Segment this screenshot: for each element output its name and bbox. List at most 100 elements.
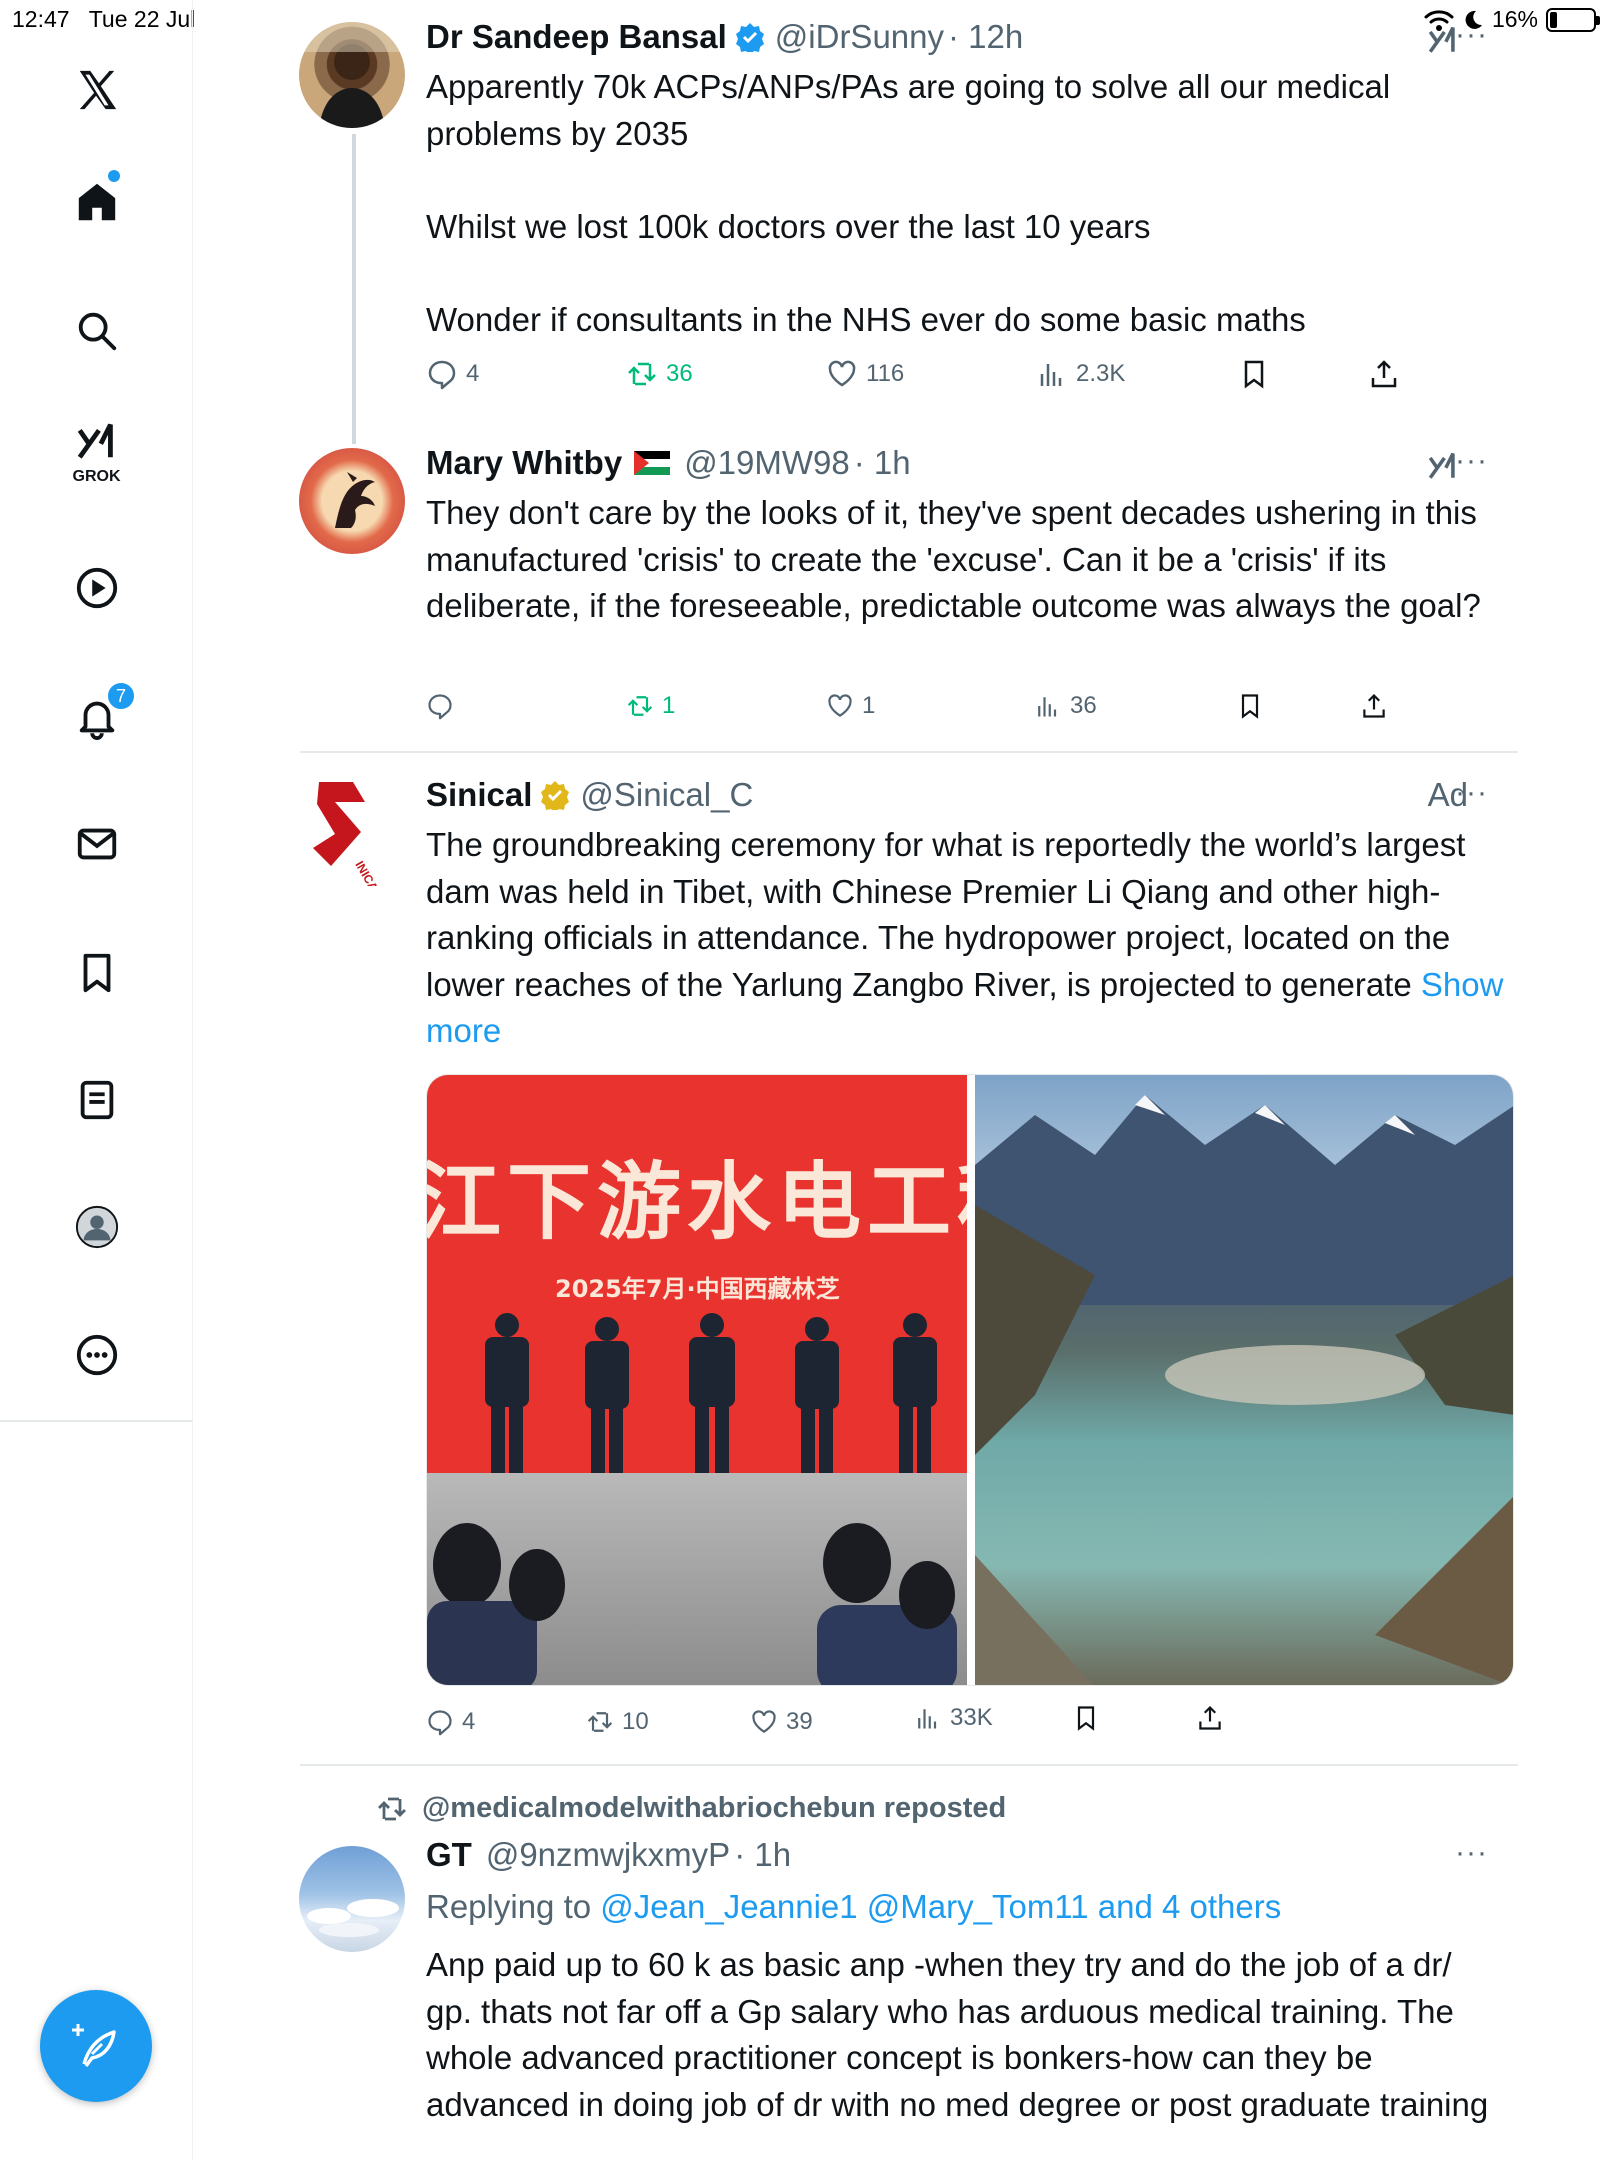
sidebar-item-more[interactable]: [0, 1315, 193, 1395]
repost-button[interactable]: 36: [626, 358, 693, 390]
like-count: 39: [786, 1708, 813, 1735]
tweet-4[interactable]: @medicalmodelwithabriochebun reposted GT…: [299, 1792, 1518, 2160]
repost-count: 10: [622, 1708, 649, 1735]
ceremony-image[interactable]: 江下游水电工程 2025年7月·中国西藏林芝: [427, 1075, 967, 1685]
tweet-divider: [300, 751, 1518, 753]
tweet-text: Anp paid up to 60 k as basic anp -when t…: [426, 1946, 1489, 2123]
views-button[interactable]: 36: [1034, 692, 1097, 720]
sidebar-item-lists[interactable]: [0, 1060, 193, 1140]
author-name[interactable]: Mary Whitby: [426, 444, 622, 482]
avatar-photo-icon: [299, 22, 405, 128]
sidebar-item-profile[interactable]: [0, 1187, 193, 1267]
reply-icon: [428, 694, 452, 720]
share-button[interactable]: [1368, 358, 1400, 390]
sidebar-item-grok[interactable]: GROK: [0, 412, 193, 492]
views-button[interactable]: 2.3K: [1036, 358, 1125, 390]
tweet-time[interactable]: · 1h: [734, 1836, 791, 1874]
bookmark-icon: [1241, 694, 1259, 719]
battery-icon: [1546, 7, 1600, 32]
repost-small-icon: [378, 1797, 406, 1820]
like-count: 116: [866, 360, 905, 387]
tweet-time[interactable]: · 12h: [948, 18, 1023, 56]
sinical-logo-text: INICAL HINA: [352, 859, 401, 887]
tweet-more-button[interactable]: ···: [1455, 18, 1488, 52]
like-button[interactable]: 116: [826, 358, 904, 390]
verified-badge-icon: [735, 23, 764, 52]
repost-button[interactable]: 10: [586, 1708, 649, 1736]
sidebar-item-messages[interactable]: [0, 804, 193, 884]
tweet-paragraph: The groundbreaking ceremony for what is …: [426, 826, 1466, 1003]
author-name[interactable]: Dr Sandeep Bansal: [426, 18, 727, 56]
bookmark-button[interactable]: [1238, 358, 1270, 390]
search-icon: [78, 312, 116, 351]
audience-heads-icon: [427, 1523, 957, 1685]
share-button[interactable]: [1196, 1704, 1224, 1732]
avatar[interactable]: INICAL HINA: [299, 780, 405, 886]
tweet-text: They don't care by the looks of it, they…: [426, 494, 1481, 624]
views-bar-chart-icon: [1040, 364, 1062, 386]
x-logo-button[interactable]: [0, 50, 193, 130]
tweet-2[interactable]: Mary Whitby @19MW98 · 1h ··· They don't …: [299, 444, 1518, 738]
share-button[interactable]: [1360, 692, 1388, 720]
avatar[interactable]: [299, 22, 405, 128]
author-name[interactable]: Sinical: [426, 776, 532, 814]
views-count: 36: [1070, 692, 1097, 719]
author-handle[interactable]: @9nzmwjkxmyP: [486, 1836, 730, 1874]
like-button[interactable]: 1: [826, 692, 875, 720]
repost-button[interactable]: 1: [626, 692, 675, 720]
avatar[interactable]: [299, 1846, 405, 1952]
river-landscape-image[interactable]: [975, 1075, 1513, 1685]
tweet-text: The groundbreaking ceremony for what is …: [426, 822, 1511, 1055]
x-logo-icon: [79, 70, 116, 110]
tweet-more-button[interactable]: ···: [1455, 776, 1488, 810]
banner-text: 江下游水电工程: [427, 1153, 967, 1251]
sidebar-item-home[interactable]: [0, 162, 193, 242]
like-count: 1: [862, 692, 876, 719]
reply-button[interactable]: 4: [426, 358, 479, 390]
tweet-paragraph: Whilst we lost 100k doctors over the las…: [426, 207, 1151, 245]
sidebar-item-bookmarks[interactable]: [0, 933, 193, 1013]
author-handle[interactable]: @iDrSunny: [775, 18, 944, 56]
tweet-1[interactable]: Dr Sandeep Bansal @iDrSunny · 12h ··· Ap…: [299, 18, 1518, 412]
tweet-more-button[interactable]: ···: [1455, 1836, 1488, 1870]
tweet-header: GT @9nzmwjkxmyP · 1h: [426, 1836, 791, 1874]
reply-button[interactable]: 4: [426, 1708, 475, 1736]
compose-button[interactable]: [40, 1990, 152, 2102]
reply-count: 4: [462, 1708, 476, 1735]
share-icon: [1371, 360, 1397, 388]
author-handle[interactable]: @19MW98: [684, 444, 850, 482]
views-bar-chart-icon: [918, 1709, 937, 1729]
tweet-paragraph: Wonder if consultants in the NHS ever do…: [426, 300, 1306, 338]
tweet-actions: 4 10 39 33K: [426, 1704, 1426, 1748]
tweet-paragraph: Apparently 70k ACPs/ANPs/PAs are going t…: [426, 68, 1391, 152]
reply-button[interactable]: [426, 692, 462, 720]
views-button[interactable]: 33K: [914, 1704, 993, 1732]
like-button[interactable]: 39: [750, 1708, 813, 1736]
tweet-header: Dr Sandeep Bansal @iDrSunny · 12h: [426, 18, 1023, 56]
tweet-time[interactable]: · 1h: [854, 444, 911, 482]
tweet-actions: 4 36 116 2.3K: [426, 358, 1426, 398]
avatar-liver-bird-icon: [335, 472, 375, 528]
author-handle[interactable]: @Sinical_C: [580, 776, 753, 814]
avatar[interactable]: [299, 448, 405, 554]
mail-icon: [77, 828, 116, 860]
replying-to-users[interactable]: @Jean_Jeannie1 @Mary_Tom11 and 4 others: [600, 1888, 1281, 1925]
sidebar-item-video[interactable]: [0, 548, 193, 628]
repost-context-label[interactable]: @medicalmodelwithabriochebun reposted: [422, 1792, 1006, 1825]
replying-to: Replying to @Jean_Jeannie1 @Mary_Tom11 a…: [426, 1884, 1506, 1931]
tweet-header: Mary Whitby @19MW98 · 1h: [426, 444, 911, 482]
repost-icon: [587, 1712, 613, 1732]
media-grid[interactable]: 江下游水电工程 2025年7月·中国西藏林芝: [426, 1074, 1514, 1686]
sidebar-item-explore[interactable]: [0, 291, 193, 371]
repost-icon: [628, 362, 656, 386]
bookmark-button[interactable]: [1072, 1704, 1100, 1732]
bookmark-button[interactable]: [1236, 692, 1264, 720]
author-name[interactable]: GT: [426, 1836, 472, 1874]
tweet-3-ad[interactable]: INICAL HINA Sinical @Sinical_C Ad ··· Th…: [299, 776, 1518, 1740]
tweet-actions: 1 1 36: [426, 692, 1426, 732]
bookmark-icon: [83, 953, 110, 993]
tweet-more-button[interactable]: ···: [1455, 444, 1488, 478]
sidebar-item-notifications[interactable]: 7: [0, 677, 193, 757]
tweet-text: Apparently 70k ACPs/ANPs/PAs are going t…: [426, 64, 1486, 343]
more-circle-icon: [76, 1334, 117, 1376]
